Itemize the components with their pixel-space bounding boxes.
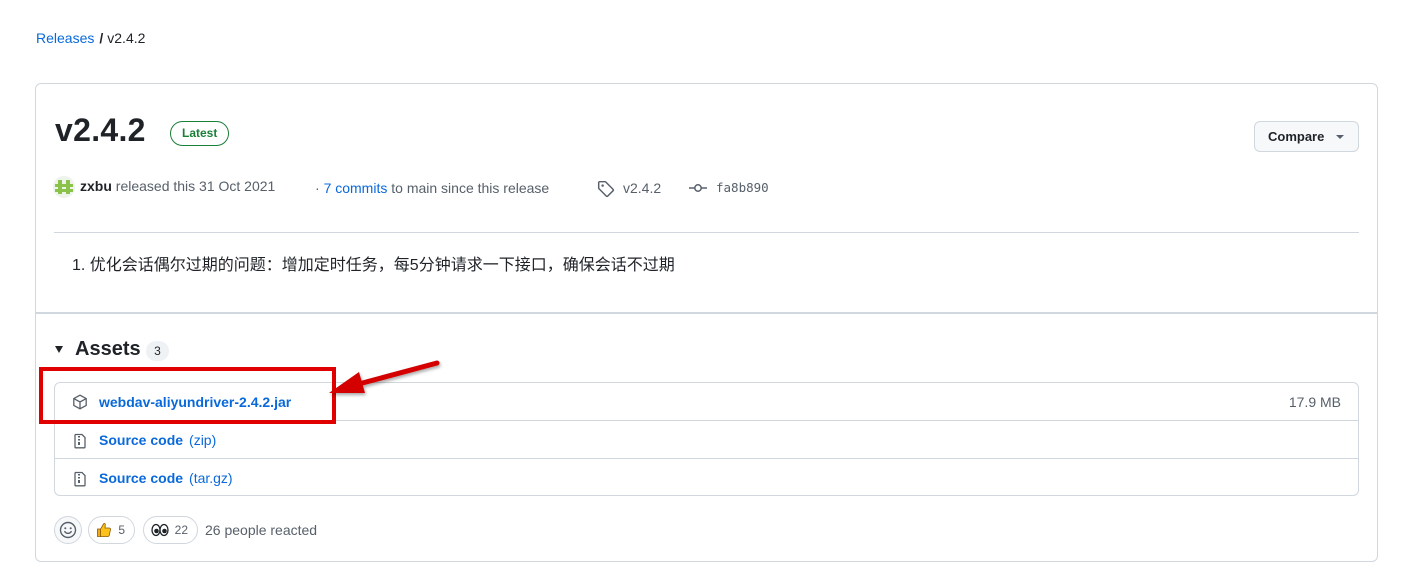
assets-list: webdav-aliyundriver-2.4.2.jar 17.9 MB So… [54, 382, 1359, 496]
section-divider [36, 312, 1377, 314]
package-icon [73, 394, 87, 410]
tag-icon [597, 180, 615, 198]
avatar[interactable] [53, 176, 75, 198]
tag-label: v2.4.2 [623, 180, 662, 196]
chevron-down-icon [1336, 135, 1344, 139]
release-title: v2.4.2 [55, 112, 146, 148]
commit-sha: fa8b890 [716, 180, 769, 195]
file-zip-icon [74, 433, 86, 449]
release-note-item: 1. 优化会话偶尔过期的问题：增加定时任务，每5分钟请求一下接口，确保会话不过期 [72, 257, 675, 274]
triangle-down-icon [55, 346, 63, 353]
reaction-count: 22 [174, 523, 188, 537]
asset-name: Source code [99, 470, 184, 486]
asset-row[interactable]: webdav-aliyundriver-2.4.2.jar 17.9 MB [55, 383, 1358, 420]
asset-download-link[interactable]: webdav-aliyundriver-2.4.2.jar [99, 392, 291, 412]
commits-info: · 7 commits to main since this release [315, 177, 549, 199]
git-commit-icon [689, 184, 707, 192]
commits-suffix: to main since this release [391, 180, 550, 196]
smiley-icon [59, 521, 77, 539]
breadcrumb-separator: / [99, 30, 104, 46]
divider [54, 232, 1359, 233]
compare-label: Compare [1268, 129, 1325, 144]
commits-prefix: · [315, 180, 320, 196]
breadcrumb-current: v2.4.2 [107, 30, 146, 46]
source-code-targz-link[interactable]: Source code (tar.gz) [99, 468, 233, 488]
asset-format: (zip) [189, 432, 217, 448]
eyes-icon [151, 523, 169, 537]
asset-size: 17.9 MB [1288, 394, 1341, 410]
assets-count: 3 [146, 341, 169, 361]
release-card: v2.4.2 Latest Compare zxbu released this… [35, 83, 1378, 562]
release-author-line: zxbu released this 31 Oct 2021 [80, 175, 275, 197]
reaction-count: 5 [118, 523, 125, 537]
breadcrumb-releases-link[interactable]: Releases [36, 30, 94, 46]
reaction-eyes[interactable]: 22 [143, 516, 198, 544]
asset-row[interactable]: Source code (zip) [55, 420, 1358, 457]
add-reaction-button[interactable] [54, 516, 82, 544]
latest-badge: Latest [170, 121, 230, 146]
asset-row[interactable]: Source code (tar.gz) [55, 458, 1358, 495]
breadcrumb: Releases / v2.4.2 [36, 29, 145, 47]
reactions-summary: 26 people reacted [205, 522, 318, 538]
source-code-zip-link[interactable]: Source code (zip) [99, 430, 216, 450]
asset-format: (tar.gz) [189, 470, 233, 486]
released-text: released this 31 Oct 2021 [115, 178, 276, 194]
compare-button[interactable]: Compare [1254, 121, 1359, 152]
thumbs-up-icon [97, 523, 111, 537]
file-zip-icon [74, 471, 86, 487]
release-meta: zxbu released this 31 Oct 2021 · 7 commi… [53, 175, 1253, 199]
assets-title: Assets [75, 338, 141, 360]
release-notes: 1. 优化会话偶尔过期的问题：增加定时任务，每5分钟请求一下接口，确保会话不过期 [72, 254, 675, 278]
commits-link[interactable]: 7 commits [324, 180, 388, 196]
reaction-thumbs-up[interactable]: 5 [88, 516, 135, 544]
asset-name: Source code [99, 432, 184, 448]
author-link[interactable]: zxbu [80, 178, 112, 194]
